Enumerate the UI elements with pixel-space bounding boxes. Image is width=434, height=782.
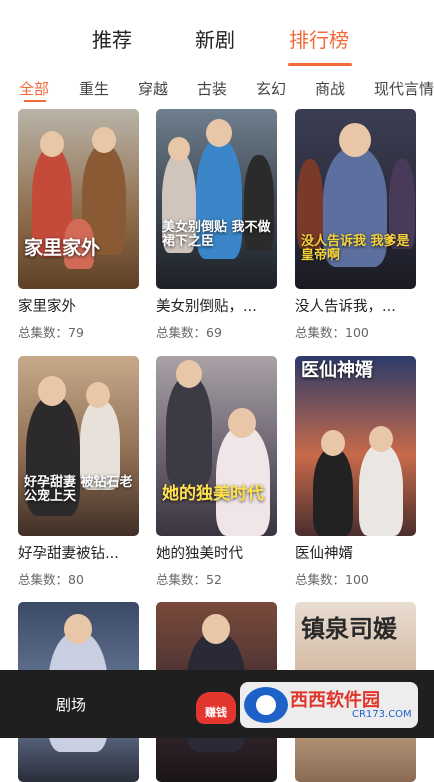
episode-count: 总集数：100 bbox=[295, 325, 369, 340]
drama-card[interactable]: 医仙神婿 医仙神婿 总集数：100 bbox=[295, 356, 416, 588]
poster-caption: 她的独美时代 bbox=[162, 484, 264, 504]
drama-title: 美女别倒贴，... bbox=[156, 299, 257, 315]
poster-caption: 没人告诉我 我爹是皇帝啊 bbox=[301, 234, 410, 263]
drama-title: 没人告诉我，... bbox=[295, 299, 396, 315]
top-tab-bar: 推荐 新剧 排行榜 bbox=[0, 0, 434, 70]
drama-poster[interactable]: 美女别倒贴 我不做裙下之臣 bbox=[156, 109, 277, 289]
drama-card[interactable]: 家里家外 家里家外 总集数：79 bbox=[18, 109, 139, 341]
drama-poster[interactable]: 家里家外 bbox=[18, 109, 139, 289]
poster-caption: 家里家外 bbox=[24, 237, 101, 259]
drama-card[interactable]: 没人告诉我 我爹是皇帝啊 没人告诉我，... 总集数：100 bbox=[295, 109, 416, 341]
category-modern-romance[interactable]: 现代言情 bbox=[374, 78, 434, 99]
tab-ranking[interactable]: 排行榜 bbox=[289, 24, 349, 53]
episode-count: 总集数：79 bbox=[18, 325, 84, 340]
drama-card[interactable]: 好孕甜妻 被钻石老公宠上天 好孕甜妻被钻... 总集数：80 bbox=[18, 356, 139, 588]
drama-poster[interactable]: 好孕甜妻 被钻石老公宠上天 bbox=[18, 356, 139, 536]
active-tab-indicator bbox=[288, 63, 352, 66]
drama-title: 她的独美时代 bbox=[156, 546, 243, 562]
category-all[interactable]: 全部 bbox=[19, 78, 49, 99]
drama-title: 医仙神婿 bbox=[295, 546, 353, 562]
category-time-travel[interactable]: 穿越 bbox=[138, 78, 168, 99]
episode-count: 总集数：52 bbox=[156, 572, 222, 587]
drama-title: 好孕甜妻被钻... bbox=[18, 546, 119, 562]
episode-count: 总集数：80 bbox=[18, 572, 84, 587]
earn-label: 赚钱 bbox=[205, 706, 227, 719]
drama-card[interactable]: 美女别倒贴 我不做裙下之臣 美女别倒贴，... 总集数：69 bbox=[156, 109, 277, 341]
tab-new-drama[interactable]: 新剧 bbox=[195, 24, 235, 53]
drama-poster[interactable]: 医仙神婿 bbox=[295, 356, 416, 536]
category-rebirth[interactable]: 重生 bbox=[79, 78, 109, 99]
category-business[interactable]: 商战 bbox=[315, 78, 345, 99]
watermark-logo: 西西软件园 CR173.COM bbox=[240, 682, 418, 728]
nav-theater[interactable]: 剧场 bbox=[56, 694, 86, 715]
drama-title: 家里家外 bbox=[18, 299, 76, 315]
episode-count: 总集数：100 bbox=[295, 572, 369, 587]
category-filter-bar: 全部 重生 穿越 古装 玄幻 商战 现代言情 bbox=[0, 72, 434, 106]
poster-caption: 美女别倒贴 我不做裙下之臣 bbox=[162, 220, 271, 249]
drama-card[interactable]: 她的独美时代 她的独美时代 总集数：52 bbox=[156, 356, 277, 588]
drama-poster[interactable]: 没人告诉我 我爹是皇帝啊 bbox=[295, 109, 416, 289]
category-costume[interactable]: 古装 bbox=[197, 78, 227, 99]
watermark-url: CR173.COM bbox=[352, 709, 412, 720]
tab-recommend[interactable]: 推荐 bbox=[92, 24, 132, 53]
drama-poster[interactable]: 她的独美时代 bbox=[156, 356, 277, 536]
earn-money-icon[interactable]: 赚钱 bbox=[196, 692, 236, 724]
category-fantasy[interactable]: 玄幻 bbox=[256, 78, 286, 99]
active-category-indicator bbox=[24, 100, 46, 102]
poster-caption: 好孕甜妻 被钻石老公宠上天 bbox=[24, 475, 133, 504]
watermark-c-icon bbox=[244, 687, 288, 723]
poster-caption: 镇泉司媛 bbox=[301, 614, 397, 643]
episode-count: 总集数：69 bbox=[156, 325, 222, 340]
poster-caption: 医仙神婿 bbox=[301, 360, 373, 381]
